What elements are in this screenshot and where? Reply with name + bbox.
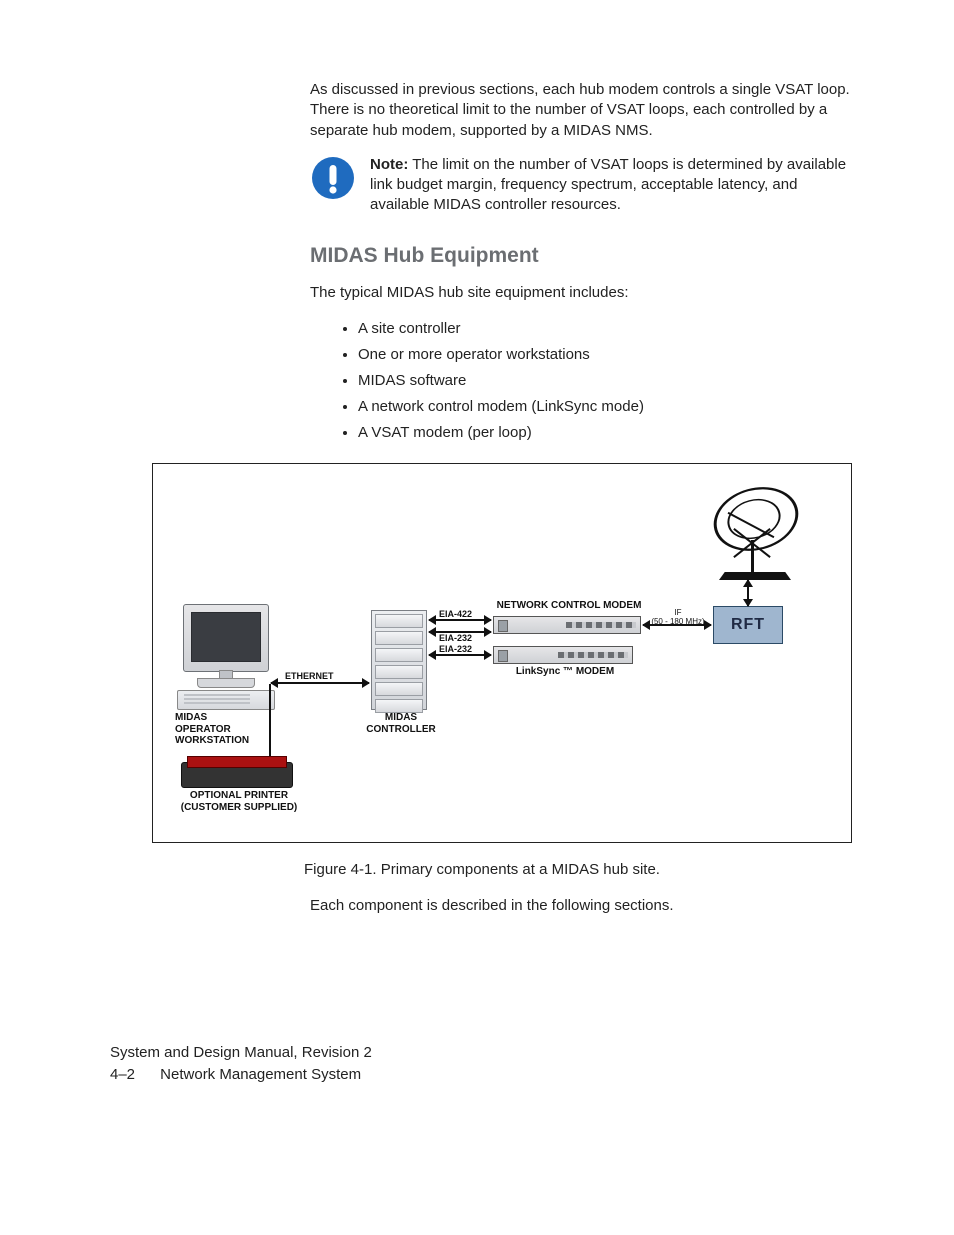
intro-paragraph: As discussed in previous sections, each … xyxy=(310,80,850,141)
after-caption-text: Each component is described in the follo… xyxy=(310,896,850,916)
controller-tower-icon xyxy=(371,610,427,710)
workstation-label: MIDAS OPERATOR WORKSTATION xyxy=(175,712,275,747)
rft-box: RFT xyxy=(713,606,783,644)
ncm-label: NETWORK CONTROL MODEM xyxy=(489,600,649,612)
connector-line xyxy=(271,682,369,684)
linksync-modem-icon xyxy=(493,646,633,664)
list-item: A VSAT modem (per loop) xyxy=(358,421,850,445)
note-text: The limit on the number of VSAT loops is… xyxy=(370,156,846,214)
note-label: Note: xyxy=(370,156,408,173)
equipment-list: A site controller One or more operator w… xyxy=(310,317,850,445)
footer-section: Network Management System xyxy=(160,1066,361,1083)
antenna-icon xyxy=(713,476,799,562)
footer-line1: System and Design Manual, Revision 2 xyxy=(110,1043,372,1063)
list-item: A site controller xyxy=(358,317,850,341)
figure-caption: Figure 4-1. Primary components at a MIDA… xyxy=(110,861,854,878)
list-item: MIDAS software xyxy=(358,369,850,393)
ethernet-label: ETHERNET xyxy=(285,671,334,681)
eia232-label: EIA-232 xyxy=(439,644,472,654)
page-footer: System and Design Manual, Revision 2 4–2… xyxy=(110,1043,372,1086)
section-heading: MIDAS Hub Equipment xyxy=(310,242,850,269)
keyboard-icon xyxy=(177,690,275,710)
page-number: 4–2 xyxy=(110,1065,156,1085)
alert-icon xyxy=(310,155,356,201)
connector-line xyxy=(269,684,271,764)
connector-line xyxy=(747,580,749,606)
note-block: Note: The limit on the number of VSAT lo… xyxy=(310,155,850,216)
workstation-icon xyxy=(183,604,269,672)
printer-label: OPTIONAL PRINTER (CUSTOMER SUPPLIED) xyxy=(167,790,311,813)
linksync-label: LinkSync ™ MODEM xyxy=(505,666,625,678)
printer-icon xyxy=(181,762,293,788)
list-item: One or more operator workstations xyxy=(358,343,850,367)
list-item: A network control modem (LinkSync mode) xyxy=(358,395,850,419)
network-control-modem-icon xyxy=(493,616,641,634)
eia422-label: EIA-422 xyxy=(439,609,472,619)
eia232-label: EIA-232 xyxy=(439,633,472,643)
figure-4-1: RFT IF (50 - 180 MHz) NETWORK CONTROL MO… xyxy=(152,463,852,843)
list-intro: The typical MIDAS hub site equipment inc… xyxy=(310,283,850,303)
if-label: IF (50 - 180 MHz) xyxy=(647,608,709,626)
controller-label: MIDAS CONTROLLER xyxy=(363,712,439,735)
